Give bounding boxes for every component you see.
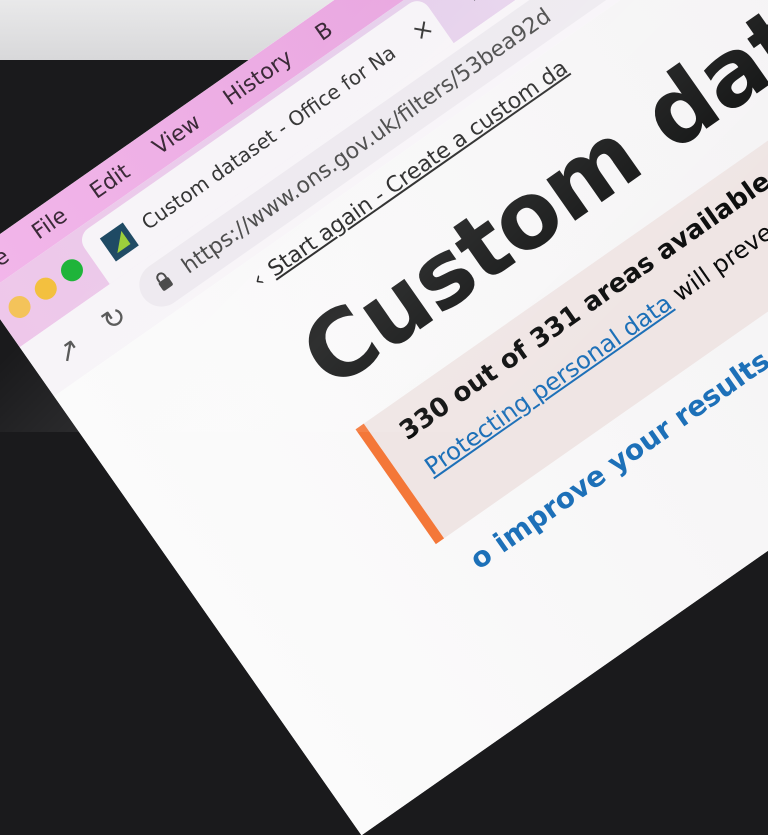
ons-favicon-icon (99, 222, 139, 262)
window-minimize-dot[interactable] (30, 273, 62, 304)
window-close-dot[interactable] (4, 291, 35, 323)
window-zoom-dot[interactable] (56, 254, 88, 286)
tab-close-icon[interactable]: × (406, 12, 439, 46)
menu-bookmarks[interactable]: B (311, 17, 338, 46)
new-tab-button[interactable]: + (450, 0, 491, 14)
reload-icon[interactable]: ↻ (90, 294, 138, 342)
forward-arrow-icon[interactable]: ↗ (44, 326, 92, 374)
browser-window: me File Edit View History B Custom datas… (0, 0, 768, 835)
chevron-left-icon: ‹ (248, 267, 270, 294)
lock-icon[interactable] (151, 267, 178, 297)
